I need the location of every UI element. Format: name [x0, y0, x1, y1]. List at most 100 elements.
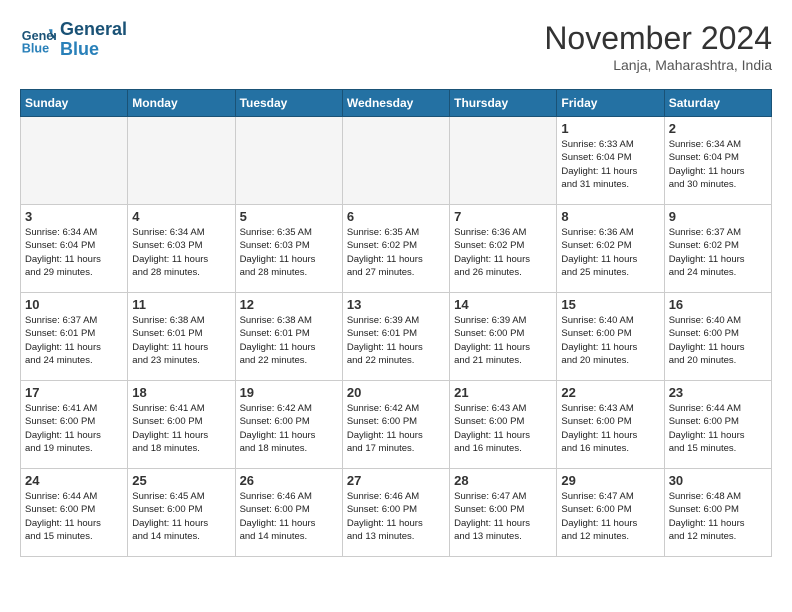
weekday-header-friday: Friday [557, 90, 664, 117]
calendar-cell: 22Sunrise: 6:43 AM Sunset: 6:00 PM Dayli… [557, 381, 664, 469]
day-number: 7 [454, 209, 552, 224]
calendar-cell: 14 Sunrise: 6:39 AM Sunset: 6:00 PM Dayli… [450, 293, 557, 381]
day-number: 11 [132, 297, 230, 312]
calendar-cell: 10 Sunrise: 6:37 AM Sunset: 6:01 PM Dayli… [21, 293, 128, 381]
calendar-cell: 21 Sunrise: 6:43 AM Sunset: 6:00 PM Dayli… [450, 381, 557, 469]
calendar-cell: 25Sunrise: 6:45 AM Sunset: 6:00 PM Dayli… [128, 469, 235, 557]
day-info: Sunrise: 6:37 AM Sunset: 6:01 PM Dayligh… [25, 314, 123, 367]
calendar-cell: 16 Sunrise: 6:40 AM Sunset: 6:00 PM Dayli… [664, 293, 771, 381]
calendar-cell [342, 117, 449, 205]
day-info: Sunrise: 6:40 AM Sunset: 6:00 PM Dayligh… [669, 314, 767, 367]
day-number: 25 [132, 473, 230, 488]
day-number: 28 [454, 473, 552, 488]
logo-line2: Blue [60, 39, 99, 59]
calendar-cell: 8 Sunrise: 6:36 AM Sunset: 6:02 PM Daylig… [557, 205, 664, 293]
calendar-cell: 30 Sunrise: 6:48 AM Sunset: 6:00 PM Dayli… [664, 469, 771, 557]
logo-line1: General [60, 19, 127, 39]
day-info: Sunrise: 6:42 AM Sunset: 6:00 PM Dayligh… [240, 402, 338, 455]
day-info: Sunrise: 6:44 AM Sunset: 6:00 PM Dayligh… [669, 402, 767, 455]
weekday-header-thursday: Thursday [450, 90, 557, 117]
day-number: 14 [454, 297, 552, 312]
calendar-cell: 4 Sunrise: 6:34 AM Sunset: 6:03 PM Daylig… [128, 205, 235, 293]
calendar-table: SundayMondayTuesdayWednesdayThursdayFrid… [20, 89, 772, 557]
calendar-cell [235, 117, 342, 205]
day-number: 9 [669, 209, 767, 224]
calendar-cell [450, 117, 557, 205]
day-info: Sunrise: 6:36 AM Sunset: 6:02 PM Dayligh… [454, 226, 552, 279]
calendar-cell: 13Sunrise: 6:39 AM Sunset: 6:01 PM Dayli… [342, 293, 449, 381]
calendar-cell: 15 Sunrise: 6:40 AM Sunset: 6:00 PM Dayli… [557, 293, 664, 381]
calendar-cell: 27 Sunrise: 6:46 AM Sunset: 6:00 PM Dayli… [342, 469, 449, 557]
calendar-cell: 1 Sunrise: 6:33 AM Sunset: 6:04 PM Daylig… [557, 117, 664, 205]
day-number: 10 [25, 297, 123, 312]
calendar-cell: 7 Sunrise: 6:36 AM Sunset: 6:02 PM Daylig… [450, 205, 557, 293]
calendar-cell: 2 Sunrise: 6:34 AM Sunset: 6:04 PM Daylig… [664, 117, 771, 205]
calendar-week-1: 1 Sunrise: 6:33 AM Sunset: 6:04 PM Daylig… [21, 117, 772, 205]
day-info: Sunrise: 6:48 AM Sunset: 6:00 PM Dayligh… [669, 490, 767, 543]
day-info: Sunrise: 6:37 AM Sunset: 6:02 PM Dayligh… [669, 226, 767, 279]
location: Lanja, Maharashtra, India [544, 57, 772, 73]
day-number: 1 [561, 121, 659, 136]
calendar-cell: 28 Sunrise: 6:47 AM Sunset: 6:00 PM Dayli… [450, 469, 557, 557]
calendar-week-4: 17 Sunrise: 6:41 AM Sunset: 6:00 PM Dayli… [21, 381, 772, 469]
day-number: 19 [240, 385, 338, 400]
day-number: 17 [25, 385, 123, 400]
calendar-cell [128, 117, 235, 205]
day-number: 3 [25, 209, 123, 224]
day-info: Sunrise: 6:35 AM Sunset: 6:02 PM Dayligh… [347, 226, 445, 279]
day-info: Sunrise: 6:43 AM Sunset: 6:00 PM Dayligh… [454, 402, 552, 455]
calendar-cell: 6 Sunrise: 6:35 AM Sunset: 6:02 PM Daylig… [342, 205, 449, 293]
weekday-header-saturday: Saturday [664, 90, 771, 117]
calendar-cell: 11 Sunrise: 6:38 AM Sunset: 6:01 PM Dayli… [128, 293, 235, 381]
day-number: 13 [347, 297, 445, 312]
calendar-week-2: 3 Sunrise: 6:34 AM Sunset: 6:04 PM Daylig… [21, 205, 772, 293]
day-number: 5 [240, 209, 338, 224]
day-number: 21 [454, 385, 552, 400]
day-info: Sunrise: 6:47 AM Sunset: 6:00 PM Dayligh… [454, 490, 552, 543]
svg-text:Blue: Blue [22, 41, 49, 55]
calendar-cell: 24Sunrise: 6:44 AM Sunset: 6:00 PM Dayli… [21, 469, 128, 557]
calendar-cell [21, 117, 128, 205]
day-info: Sunrise: 6:38 AM Sunset: 6:01 PM Dayligh… [240, 314, 338, 367]
day-info: Sunrise: 6:39 AM Sunset: 6:00 PM Dayligh… [454, 314, 552, 367]
day-info: Sunrise: 6:33 AM Sunset: 6:04 PM Dayligh… [561, 138, 659, 191]
day-number: 30 [669, 473, 767, 488]
calendar-cell: 19 Sunrise: 6:42 AM Sunset: 6:00 PM Dayli… [235, 381, 342, 469]
day-number: 4 [132, 209, 230, 224]
day-number: 27 [347, 473, 445, 488]
day-info: Sunrise: 6:42 AM Sunset: 6:00 PM Dayligh… [347, 402, 445, 455]
weekday-header-tuesday: Tuesday [235, 90, 342, 117]
weekday-header-sunday: Sunday [21, 90, 128, 117]
day-number: 15 [561, 297, 659, 312]
calendar-cell: 12 Sunrise: 6:38 AM Sunset: 6:01 PM Dayli… [235, 293, 342, 381]
day-info: Sunrise: 6:34 AM Sunset: 6:03 PM Dayligh… [132, 226, 230, 279]
logo-icon: General Blue [20, 22, 56, 58]
day-info: Sunrise: 6:46 AM Sunset: 6:00 PM Dayligh… [240, 490, 338, 543]
calendar-cell: 3 Sunrise: 6:34 AM Sunset: 6:04 PM Daylig… [21, 205, 128, 293]
logo-text: General Blue [60, 20, 127, 60]
day-info: Sunrise: 6:46 AM Sunset: 6:00 PM Dayligh… [347, 490, 445, 543]
day-number: 12 [240, 297, 338, 312]
day-info: Sunrise: 6:36 AM Sunset: 6:02 PM Dayligh… [561, 226, 659, 279]
day-info: Sunrise: 6:34 AM Sunset: 6:04 PM Dayligh… [669, 138, 767, 191]
calendar-cell: 9 Sunrise: 6:37 AM Sunset: 6:02 PM Daylig… [664, 205, 771, 293]
calendar-cell: 29Sunrise: 6:47 AM Sunset: 6:00 PM Dayli… [557, 469, 664, 557]
day-info: Sunrise: 6:41 AM Sunset: 6:00 PM Dayligh… [25, 402, 123, 455]
calendar-cell: 17 Sunrise: 6:41 AM Sunset: 6:00 PM Dayli… [21, 381, 128, 469]
day-info: Sunrise: 6:44 AM Sunset: 6:00 PM Dayligh… [25, 490, 123, 543]
day-number: 26 [240, 473, 338, 488]
day-number: 16 [669, 297, 767, 312]
day-number: 29 [561, 473, 659, 488]
day-info: Sunrise: 6:38 AM Sunset: 6:01 PM Dayligh… [132, 314, 230, 367]
day-info: Sunrise: 6:34 AM Sunset: 6:04 PM Dayligh… [25, 226, 123, 279]
weekday-header-wednesday: Wednesday [342, 90, 449, 117]
day-info: Sunrise: 6:40 AM Sunset: 6:00 PM Dayligh… [561, 314, 659, 367]
calendar-cell: 5Sunrise: 6:35 AM Sunset: 6:03 PM Daylig… [235, 205, 342, 293]
day-number: 2 [669, 121, 767, 136]
day-number: 23 [669, 385, 767, 400]
calendar-week-5: 24Sunrise: 6:44 AM Sunset: 6:00 PM Dayli… [21, 469, 772, 557]
calendar-cell: 23 Sunrise: 6:44 AM Sunset: 6:00 PM Dayli… [664, 381, 771, 469]
day-number: 6 [347, 209, 445, 224]
day-number: 8 [561, 209, 659, 224]
title-block: November 2024 Lanja, Maharashtra, India [544, 20, 772, 73]
